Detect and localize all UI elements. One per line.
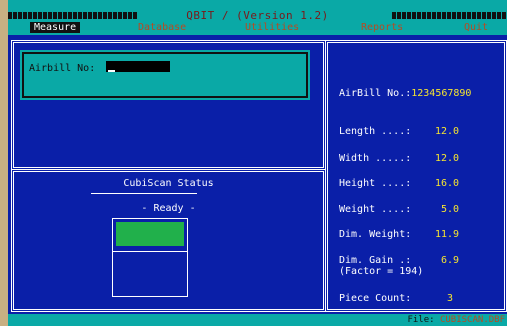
status-state: - Ready -: [141, 203, 196, 214]
menu-item-utilities[interactable]: Utilities: [245, 22, 299, 33]
dim-gain-value: 6.9: [441, 255, 460, 266]
menu-item-database[interactable]: Database: [138, 22, 186, 33]
measurement-results-panel: AirBill No.:1234567890 Length ....: 12.0…: [325, 40, 507, 312]
piece-count-row: Piece Count:: [339, 293, 411, 304]
cubiscan-status-panel: CubiScan Status - Ready -: [11, 169, 326, 312]
dim-weight-value: 11.9: [435, 229, 460, 240]
airbill-result-value: 1234567890: [411, 88, 472, 99]
airbill-label: Airbill No:: [29, 63, 96, 74]
file-name: CUBISCAN.DBF: [439, 315, 505, 325]
dim-gain-factor: (Factor = 194): [339, 266, 424, 277]
piece-count-label: Piece Count:: [339, 293, 412, 304]
height-row: Height ....:: [339, 178, 411, 189]
length-row: Length ....:: [339, 126, 411, 137]
dos-application-screen: QBIT / (Version 1.2) Measure Database Ut…: [8, 0, 507, 326]
app-title: QBIT / (Version 1.2): [186, 9, 329, 22]
status-title: CubiScan Status: [123, 178, 214, 189]
file-indicator: File: CUBISCAN.DBF: [407, 315, 505, 325]
status-indicator-divider: [113, 251, 187, 252]
length-label: Length ....:: [339, 126, 412, 137]
dim-weight-row: Dim. Weight:: [339, 229, 411, 240]
dim-gain-row: Dim. Gain .:: [339, 255, 411, 266]
weight-value: 5.0: [441, 204, 460, 215]
dim-gain-label: Dim. Gain .:: [339, 255, 412, 266]
menu-item-quit[interactable]: Quit: [464, 22, 488, 33]
airbill-input[interactable]: [106, 61, 170, 72]
ready-indicator-light: [116, 222, 184, 246]
width-row: Width .....:: [339, 153, 411, 164]
weight-label: Weight ....:: [339, 204, 412, 215]
airbill-result-label: AirBill No.:: [339, 88, 412, 99]
height-label: Height ....:: [339, 178, 412, 189]
dim-weight-label: Dim. Weight:: [339, 229, 412, 240]
width-value: 12.0: [435, 153, 460, 164]
title-menu-bar: QBIT / (Version 1.2) Measure Database Ut…: [8, 0, 507, 35]
height-value: 16.0: [435, 178, 460, 189]
file-label: File:: [407, 315, 435, 325]
weight-row: Weight ....:: [339, 204, 411, 215]
airbill-entry-box: Airbill No:: [22, 52, 308, 98]
length-value: 12.0: [435, 126, 460, 137]
status-indicator-box: [112, 218, 188, 297]
airbill-result-row: AirBill No.:1234567890: [339, 88, 471, 99]
menu-item-reports[interactable]: Reports: [361, 22, 403, 33]
text-cursor: [108, 70, 115, 72]
bottom-status-bar: File: CUBISCAN.DBF: [8, 314, 507, 326]
status-title-rule: [91, 193, 197, 194]
piece-count-value: 3: [447, 293, 454, 304]
width-label: Width .....:: [339, 153, 412, 164]
airbill-entry-panel: Airbill No:: [11, 40, 326, 170]
menu-item-measure[interactable]: Measure: [30, 22, 81, 33]
